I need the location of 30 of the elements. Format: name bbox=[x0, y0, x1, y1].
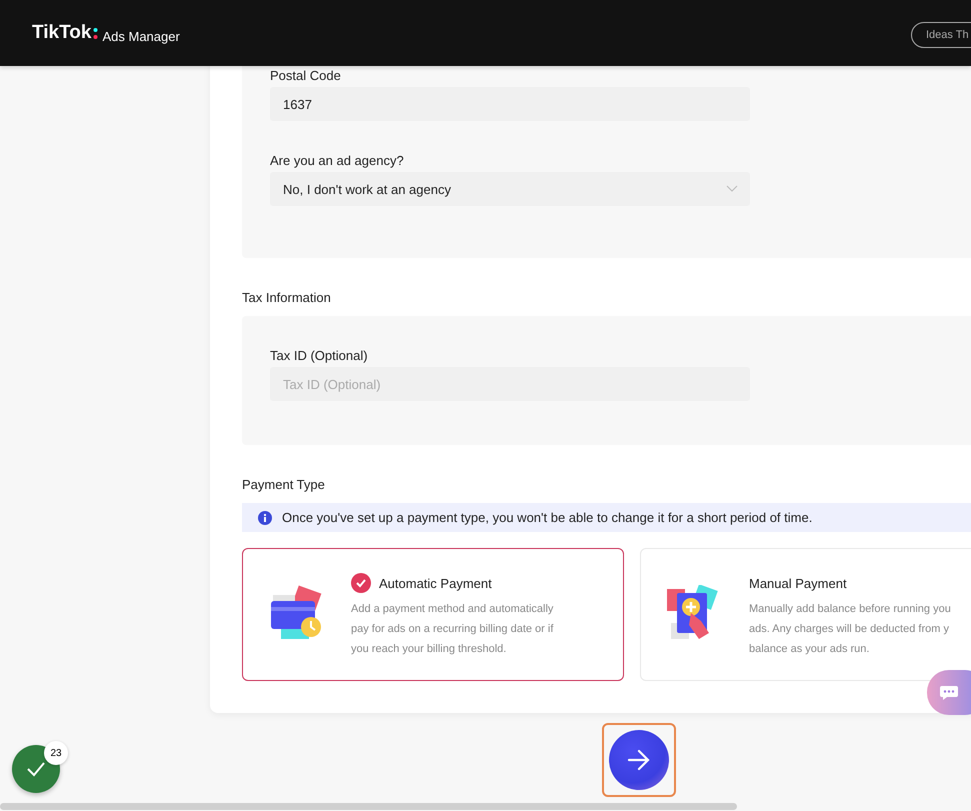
scrollbar[interactable] bbox=[0, 803, 737, 810]
info-icon bbox=[258, 510, 272, 524]
input-field[interactable]: Tax ID (Optional) bbox=[270, 367, 750, 401]
chat-button[interactable] bbox=[927, 670, 971, 715]
payment-option-card[interactable]: Automatic Payment Add a payment method and automatically pay for ads on a recurring billing date or if you reach your billing threshold. bbox=[242, 548, 624, 681]
option-description: Add a payment method and automatically pay for ads on a recurring billing date or if you reach your billing threshold. bbox=[351, 602, 554, 657]
option-title: Automatic Payment bbox=[379, 576, 492, 590]
next-button[interactable] bbox=[602, 723, 676, 797]
chat-icon bbox=[939, 684, 959, 700]
field-label: Postal Code bbox=[270, 68, 342, 83]
agency-select[interactable]: No, I don't work at an agency bbox=[270, 172, 750, 206]
section-title: Payment Type bbox=[242, 477, 326, 492]
section-title: Tax Information bbox=[242, 290, 332, 305]
payment-option-card[interactable]: Manual Payment Manually add balance before running you ads. Any charges will be deducted from y balance as your ads run. bbox=[640, 548, 971, 681]
product-name: Ads Manager bbox=[102, 28, 180, 44]
check-icon bbox=[26, 761, 46, 777]
field-label: Are you an ad agency? bbox=[270, 153, 405, 168]
check-icon bbox=[351, 573, 371, 593]
count-badge: 23 bbox=[44, 741, 68, 765]
option-title: Manual Payment bbox=[749, 576, 847, 590]
ideas-button[interactable]: Ideas Th bbox=[911, 22, 971, 48]
logo: TikTok bbox=[32, 22, 92, 44]
arrow-right-icon bbox=[627, 749, 651, 771]
chevron-down-icon bbox=[726, 185, 738, 193]
field-label: Tax ID (Optional) bbox=[270, 348, 369, 363]
logo-colon-icon bbox=[93, 26, 98, 40]
task-button[interactable] bbox=[12, 745, 60, 793]
input-field[interactable]: 1637 bbox=[270, 87, 750, 121]
option-description: Manually add balance before running you ads. Any charges will be deducted from y balance as your ads run. bbox=[749, 602, 952, 657]
notice-text: Once you've set up a payment type, you won't be able to change it for a short period of time. bbox=[282, 510, 812, 525]
